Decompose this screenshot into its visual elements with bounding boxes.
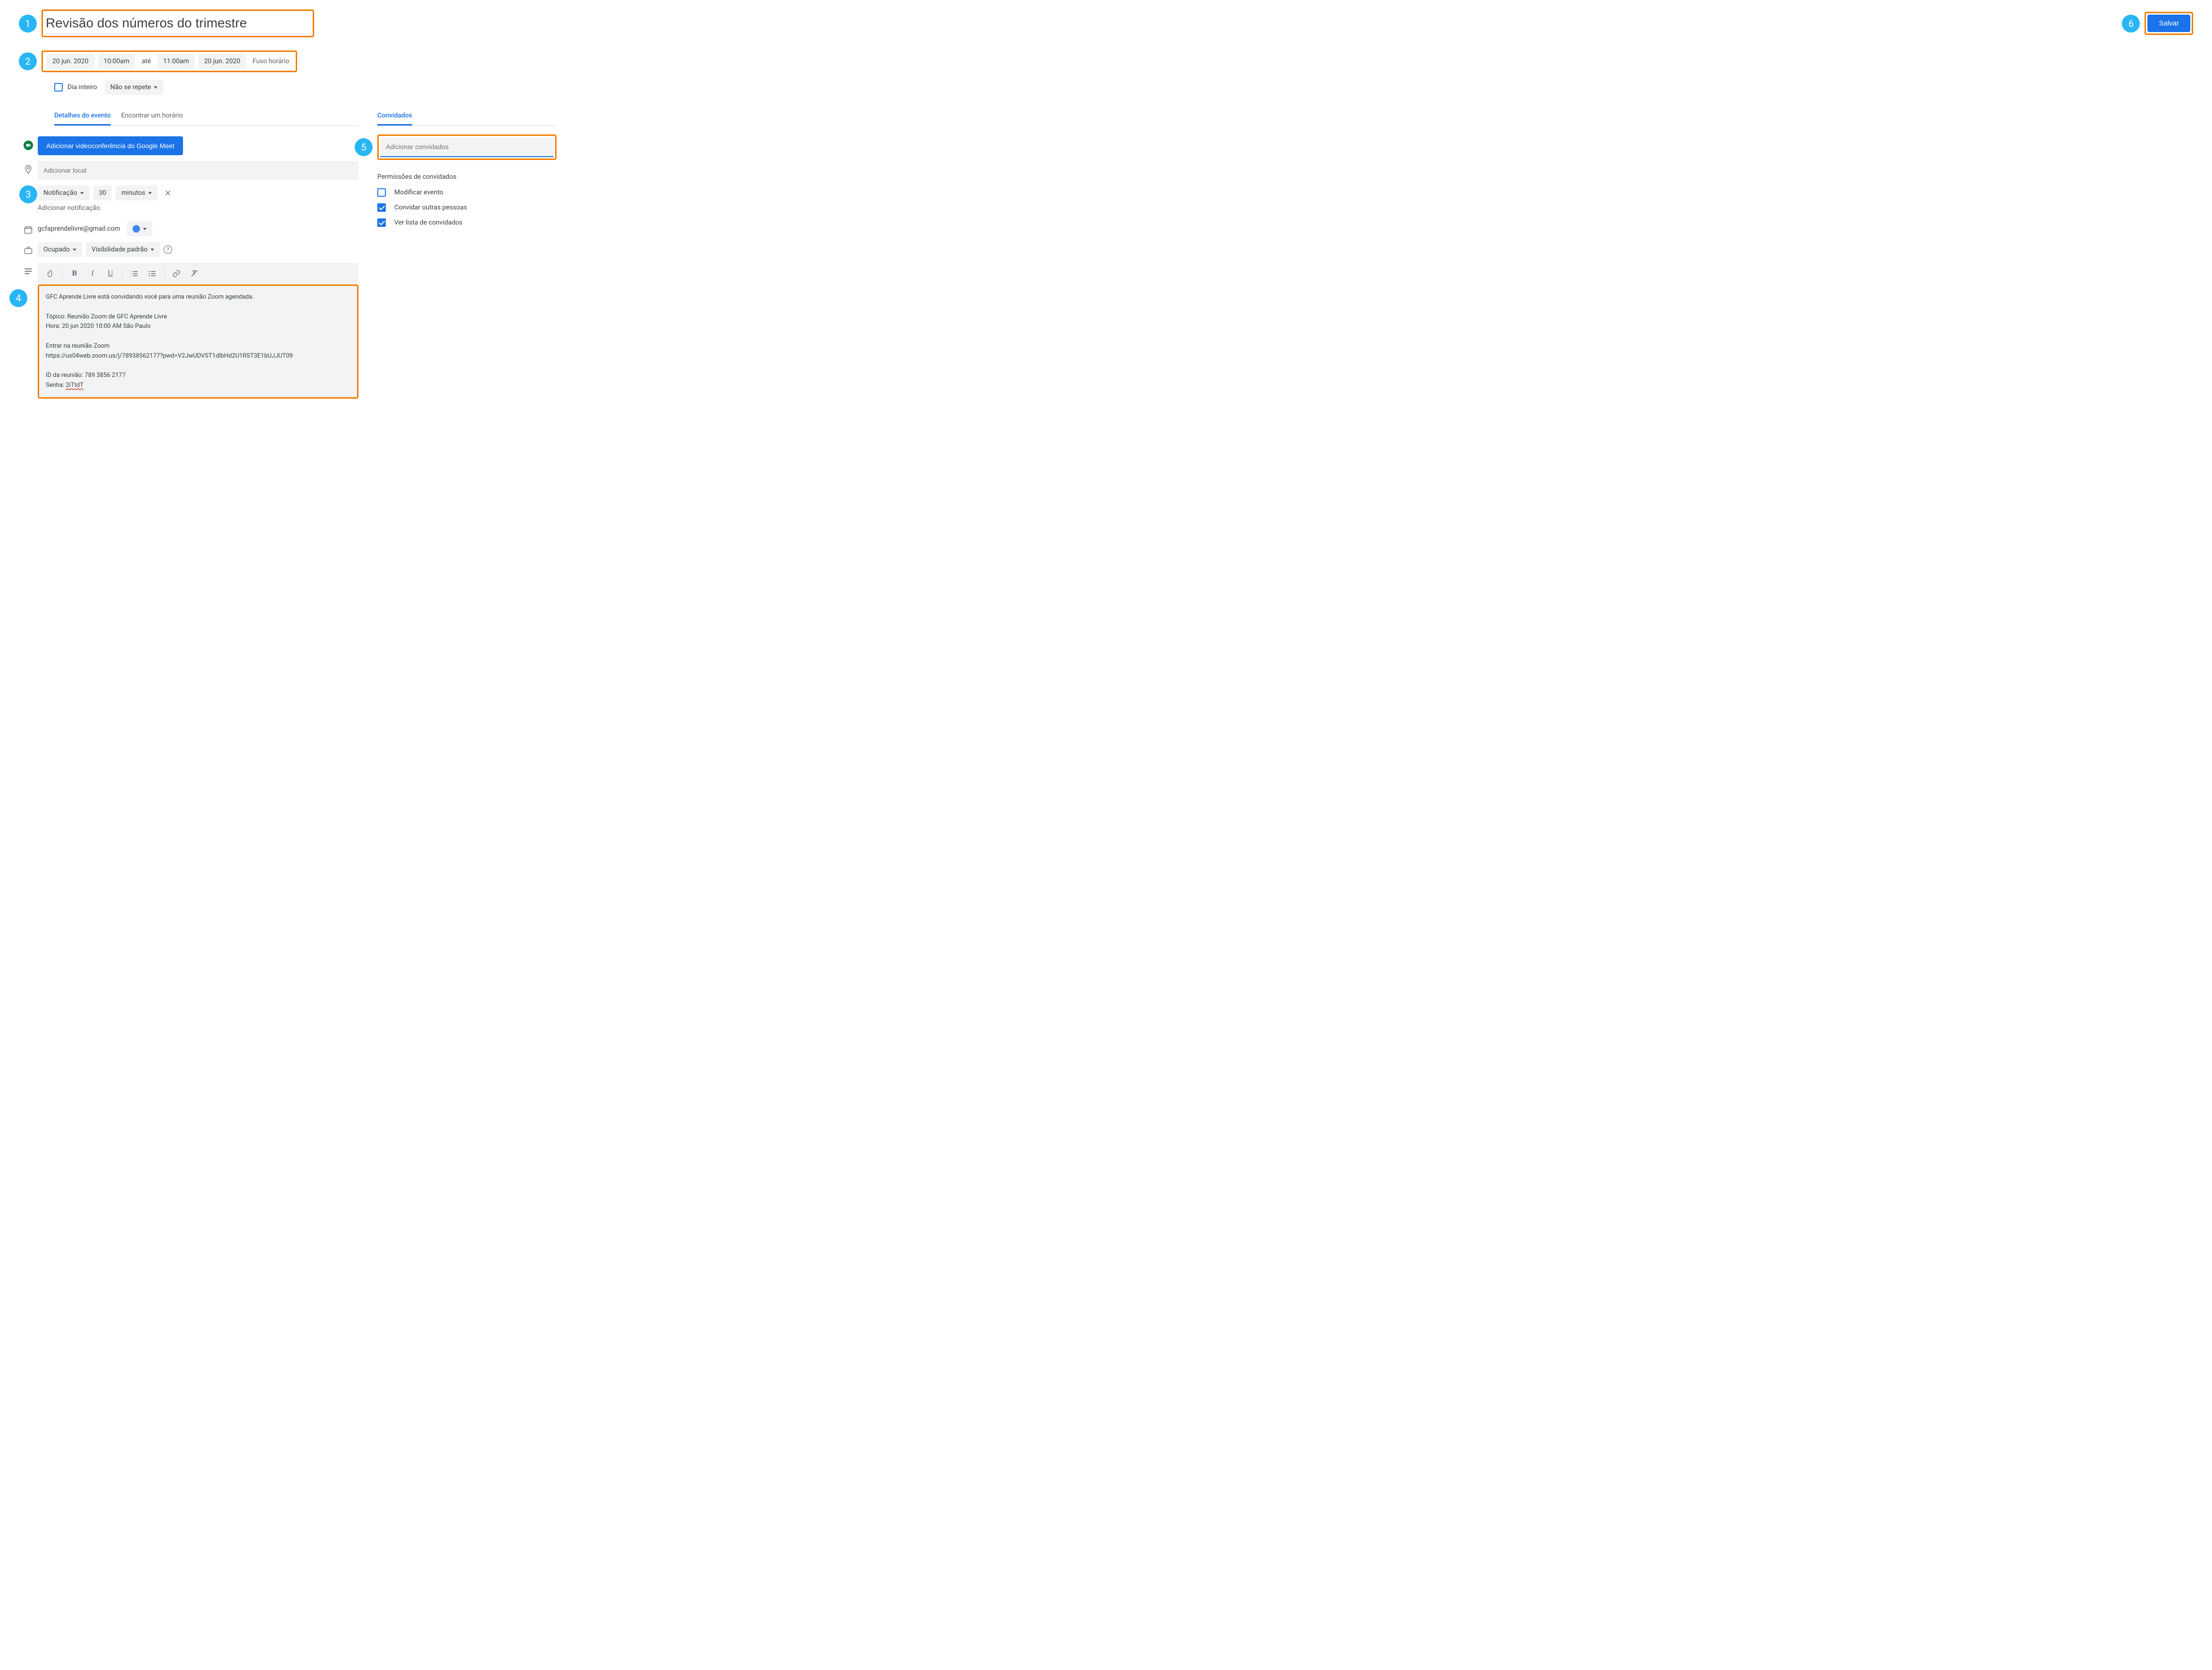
calendar-owner-label: gcfaprendelivre@gmail.com <box>38 225 120 233</box>
description-toolbar: B I U 123 <box>38 263 358 284</box>
link-button[interactable] <box>168 267 184 281</box>
add-guests-input[interactable] <box>380 137 554 157</box>
recurrence-dropdown[interactable]: Não se repete <box>105 80 164 95</box>
allday-checkbox[interactable] <box>54 83 63 92</box>
perm-modify-checkbox[interactable] <box>377 188 386 197</box>
close-icon <box>164 189 172 197</box>
tab-find-time[interactable]: Encontrar um horário <box>121 112 183 125</box>
perm-invite-checkbox[interactable] <box>377 203 386 212</box>
add-video-conference-button[interactable]: Adicionar videoconferência do Google Mee… <box>38 136 183 155</box>
numbered-list-button[interactable]: 123 <box>126 267 142 281</box>
briefcase-icon <box>24 246 33 255</box>
callout-badge-3: 3 <box>19 185 37 203</box>
location-pin-icon <box>24 165 33 174</box>
description-lines-icon <box>24 267 33 276</box>
perm-modify-label: Modificar evento <box>394 189 443 196</box>
allday-label: Dia inteiro <box>67 84 97 91</box>
paperclip-icon <box>47 269 54 278</box>
bulleted-list-button[interactable] <box>144 267 160 281</box>
guest-permissions-heading: Permissões de convidados <box>377 173 557 181</box>
callout-badge-4: 4 <box>9 289 27 307</box>
notification-type-dropdown[interactable]: Notificação <box>38 185 90 200</box>
event-title-input[interactable] <box>46 13 310 34</box>
clear-format-button[interactable] <box>186 267 202 281</box>
notification-unit-dropdown[interactable]: minutos <box>116 185 158 200</box>
start-time-picker[interactable]: 10:00am <box>98 54 135 69</box>
save-button[interactable]: Salvar <box>2147 15 2190 32</box>
notification-value-input[interactable]: 30 <box>93 185 112 200</box>
bold-button[interactable]: B <box>67 267 83 281</box>
availability-dropdown[interactable]: Ocupado <box>38 242 82 257</box>
callout-badge-6: 6 <box>2122 15 2140 33</box>
perm-see-list-checkbox[interactable] <box>377 218 386 227</box>
perm-invite-label: Convidar outras pessoas <box>394 204 467 211</box>
remove-notification-button[interactable] <box>161 189 175 197</box>
callout-badge-2: 2 <box>19 52 37 70</box>
timezone-button[interactable]: Fuso horário <box>249 54 292 69</box>
end-time-picker[interactable]: 11:00am <box>158 54 195 69</box>
color-swatch-icon <box>133 225 140 233</box>
add-notification-button[interactable]: Adicionar notificação <box>38 200 358 216</box>
end-date-picker[interactable]: 20 jun. 2020 <box>199 54 246 69</box>
help-icon[interactable]: ? <box>164 245 172 254</box>
location-input[interactable] <box>38 161 358 180</box>
callout-badge-1: 1 <box>19 15 37 33</box>
calendar-color-dropdown[interactable] <box>127 221 152 236</box>
visibility-dropdown[interactable]: Visibilidade padrão <box>86 242 160 257</box>
start-date-picker[interactable]: 20 jun. 2020 <box>47 54 94 69</box>
bullet-list-icon <box>148 269 157 278</box>
description-textarea[interactable]: GFC Aprende Livre está convidando você p… <box>39 286 357 397</box>
underline-button[interactable]: U <box>102 267 118 281</box>
calendar-icon <box>24 225 33 234</box>
svg-text:3: 3 <box>131 275 132 277</box>
to-label: até <box>139 54 154 69</box>
italic-button[interactable]: I <box>84 267 100 281</box>
link-icon <box>172 269 181 278</box>
chevron-down-icon <box>154 86 158 89</box>
tab-guests[interactable]: Convidados <box>377 112 412 125</box>
numbered-list-icon: 123 <box>130 269 139 278</box>
tab-event-details[interactable]: Detalhes do evento <box>54 112 111 125</box>
attachment-button[interactable] <box>42 267 58 281</box>
video-meet-icon <box>23 140 33 150</box>
callout-badge-5: 5 <box>355 138 373 156</box>
clear-formatting-icon <box>190 269 199 278</box>
perm-see-list-label: Ver lista de convidados <box>394 219 463 226</box>
